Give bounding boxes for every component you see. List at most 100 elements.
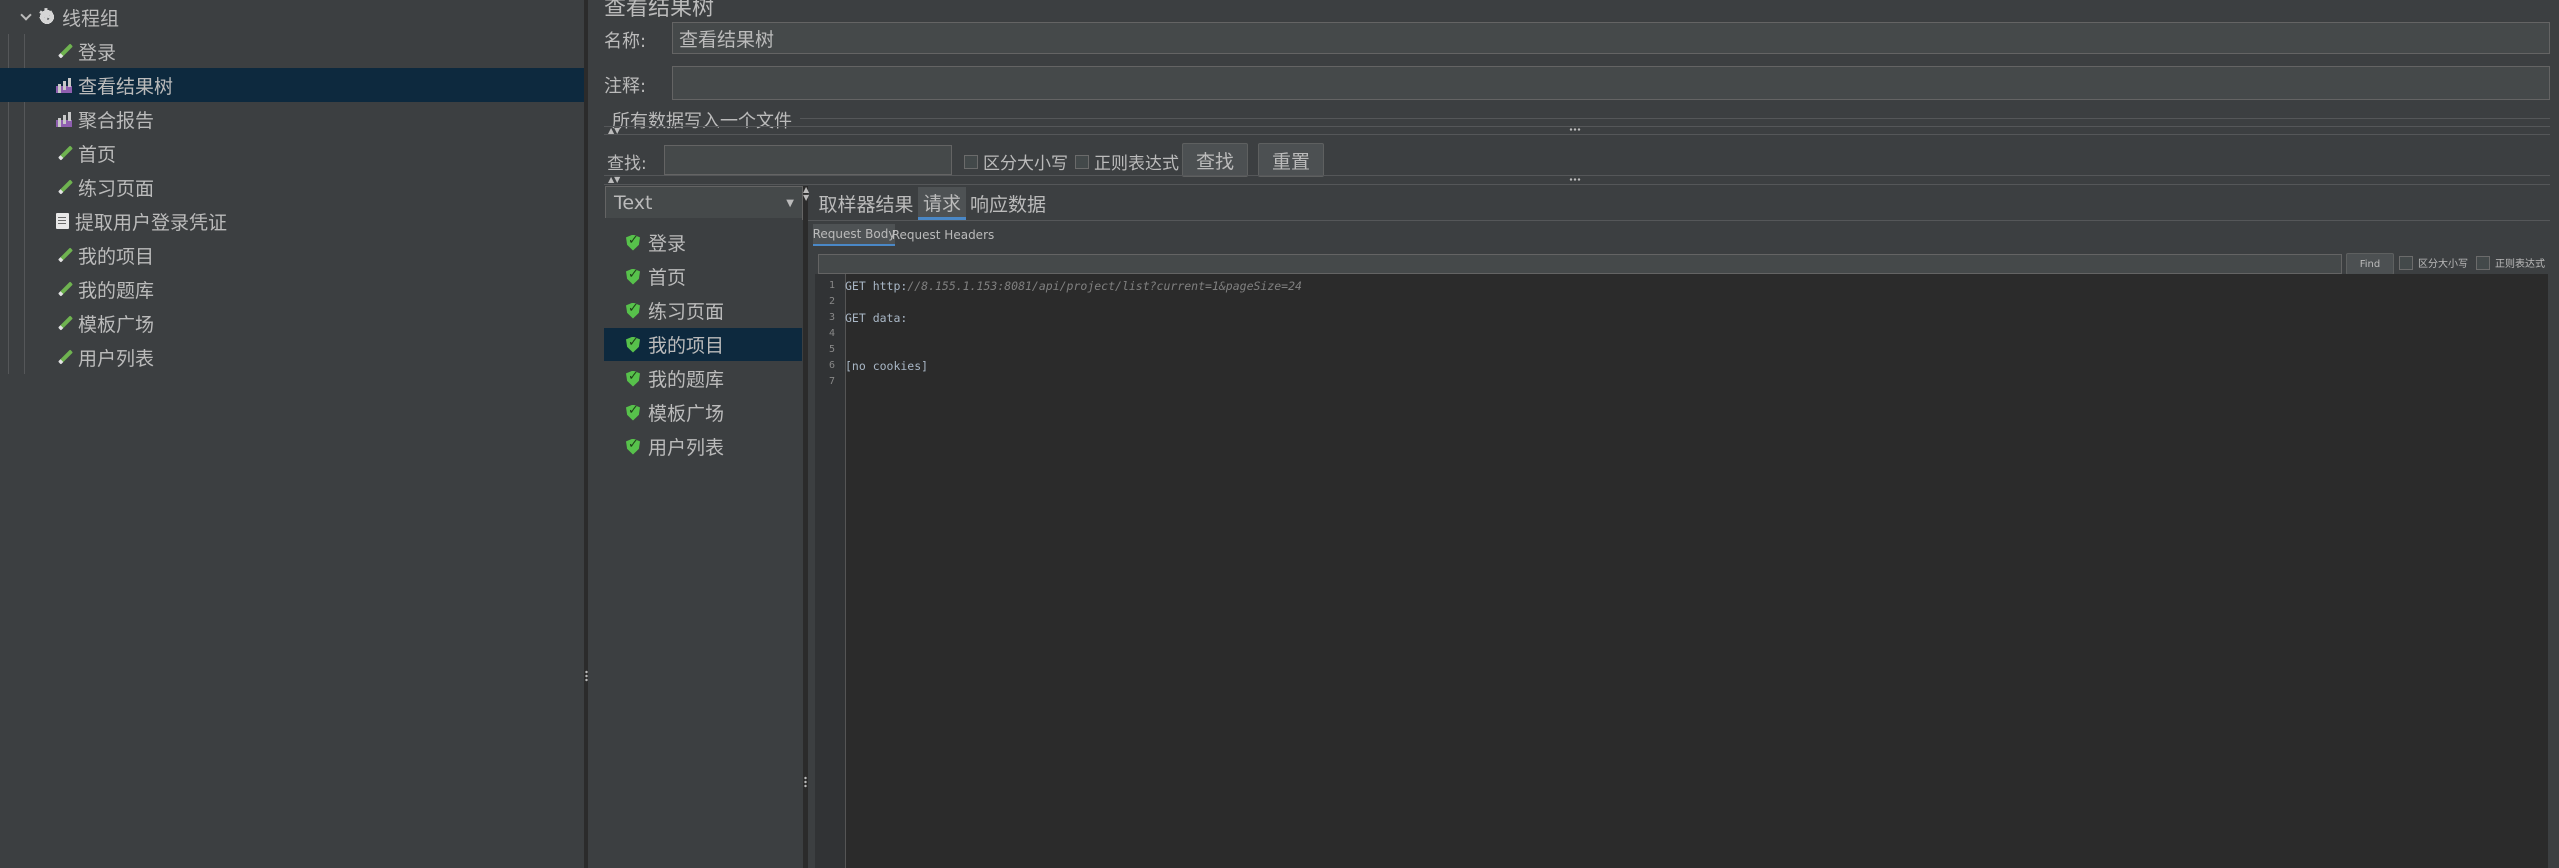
gear-icon	[38, 5, 56, 27]
code-line: GET data:	[845, 311, 907, 325]
splitter-grip-icon	[585, 670, 588, 682]
sampler-item-label: 模板广场	[648, 403, 725, 425]
tree-item[interactable]: 我的题库	[56, 272, 154, 306]
tree-item[interactable]: 练习页面	[56, 170, 154, 204]
tree-item-label: 我的项目	[78, 245, 155, 268]
tree-item[interactable]: 登录	[56, 34, 116, 68]
tree-item-label: 聚合报告	[78, 109, 155, 132]
sampler-item-label: 用户列表	[648, 437, 725, 459]
tree-item-thread-group[interactable]: 线程组	[20, 0, 119, 34]
shield-check-icon	[626, 268, 640, 285]
splitter-grip-icon	[804, 776, 807, 788]
checkbox-box[interactable]	[2476, 255, 2490, 270]
tree-item[interactable]: 首页	[56, 136, 116, 170]
name-label: 名称:	[604, 31, 647, 52]
pencil-icon	[56, 315, 72, 331]
pencil-icon	[56, 281, 72, 297]
test-plan-tree: 线程组 登录查看结果树聚合报告首页练习页面提取用户登录凭证我的项目我的题库模板广…	[0, 0, 584, 868]
sampler-item-label: 我的项目	[648, 335, 725, 357]
tree-item[interactable]: 我的项目	[56, 238, 154, 272]
comment-input[interactable]	[672, 66, 2550, 100]
regex-checkbox[interactable]: 正则表达式	[1075, 149, 1179, 174]
line-number: 5	[828, 344, 835, 355]
sampler-item[interactable]: 首页	[604, 260, 802, 293]
chart-icon	[56, 111, 72, 127]
line-number: 6	[828, 360, 835, 371]
divider	[604, 175, 2550, 176]
tree-item-label: 用户列表	[78, 347, 155, 370]
sampler-item[interactable]: 登录	[604, 226, 802, 259]
doc-icon	[56, 213, 69, 229]
tree-item-label: 练习页面	[78, 177, 155, 200]
sampler-item-label: 练习页面	[648, 301, 725, 323]
editor-case-label: 区分大小写	[2418, 259, 2468, 270]
tree-item[interactable]: 聚合报告	[56, 102, 154, 136]
result-splitter[interactable]: ▲ ▼	[803, 186, 809, 868]
divider	[604, 126, 2550, 127]
line-number: 4	[828, 328, 835, 339]
line-number: 7	[828, 376, 835, 387]
code-line: [no cookies]	[845, 359, 928, 373]
editor-case-checkbox[interactable]: 区分大小写	[2399, 255, 2468, 270]
case-sensitive-label: 区分大小写	[983, 154, 1068, 174]
sampler-item[interactable]: 练习页面	[604, 294, 802, 327]
panel-title: 查看结果树	[604, 0, 715, 21]
checkbox-box[interactable]	[1075, 154, 1089, 169]
tree-item-label: 线程组	[62, 7, 120, 30]
line-number-gutter: 1 2 3 4 5 6 7	[815, 274, 846, 868]
chevron-down-icon[interactable]	[20, 11, 32, 23]
splitter-grip-icon[interactable]	[1569, 128, 1581, 131]
section-border	[800, 118, 2550, 119]
main-splitter[interactable]	[584, 0, 588, 868]
collapse-arrows-icon[interactable]: ▲▼	[803, 186, 809, 202]
pencil-icon	[56, 145, 72, 161]
sampler-item[interactable]: 我的题库	[604, 362, 802, 395]
code-text: GET data:	[845, 311, 908, 325]
regex-label: 正则表达式	[1094, 154, 1179, 174]
case-sensitive-checkbox[interactable]: 区分大小写	[964, 149, 1068, 174]
sampler-item[interactable]: 模板广场	[604, 396, 802, 429]
sampler-item[interactable]: 用户列表	[604, 430, 802, 463]
tab-sampler-result[interactable]: 取样器结果	[818, 187, 914, 220]
editor-find-button[interactable]: Find	[2346, 253, 2394, 275]
code-text: [no cookies]	[845, 359, 929, 373]
sampler-item[interactable]: 我的项目	[604, 328, 802, 361]
line-number: 2	[828, 296, 835, 307]
tree-item[interactable]: 提取用户登录凭证	[56, 204, 227, 238]
code-text: GET http:	[845, 279, 908, 293]
code-url: //8.155.1.153:8081/api/project/list?curr…	[907, 279, 1302, 293]
tab-response-data[interactable]: 响应数据	[969, 187, 1047, 220]
tab-request-headers[interactable]: Request Headers	[892, 224, 995, 246]
renderer-select-value: Text	[614, 192, 653, 214]
divider	[604, 184, 2550, 185]
tab-request-body[interactable]: Request Body	[813, 224, 895, 246]
checkbox-box[interactable]	[964, 154, 978, 169]
chart-icon	[56, 77, 72, 93]
splitter-grip-icon[interactable]	[1569, 178, 1581, 181]
editor-scrollbar[interactable]	[2548, 274, 2559, 868]
sampler-item-label: 我的题库	[648, 369, 725, 391]
request-body-editor[interactable]: 1 2 3 4 5 6 7 GET http://8.155.1.153:8081/api/…	[815, 274, 2548, 868]
tree-item[interactable]: 模板广场	[56, 306, 154, 340]
collapse-arrows-icon[interactable]: ▲▼	[608, 175, 620, 184]
shield-check-icon	[626, 404, 640, 421]
sampler-item-label: 首页	[648, 267, 687, 289]
shield-check-icon	[626, 234, 640, 251]
find-button[interactable]: 查找	[1182, 143, 1248, 177]
pencil-icon	[56, 247, 72, 263]
tree-item[interactable]: 用户列表	[56, 340, 154, 374]
search-input[interactable]	[664, 145, 952, 175]
tree-item[interactable]: 查看结果树	[0, 68, 584, 102]
pencil-icon	[56, 43, 72, 59]
checkbox-box[interactable]	[2399, 255, 2413, 270]
tab-request[interactable]: 请求	[918, 187, 966, 220]
editor-regex-checkbox[interactable]: 正则表达式	[2476, 255, 2545, 270]
reset-button[interactable]: 重置	[1258, 143, 1324, 177]
shield-check-icon	[626, 302, 640, 319]
divider	[604, 134, 2550, 135]
name-input[interactable]	[672, 22, 2550, 54]
editor-search-input[interactable]	[818, 254, 2342, 274]
pencil-icon	[56, 179, 72, 195]
file-section-title: 所有数据写入一个文件	[612, 111, 792, 132]
renderer-select[interactable]: Text ▼	[605, 186, 803, 220]
